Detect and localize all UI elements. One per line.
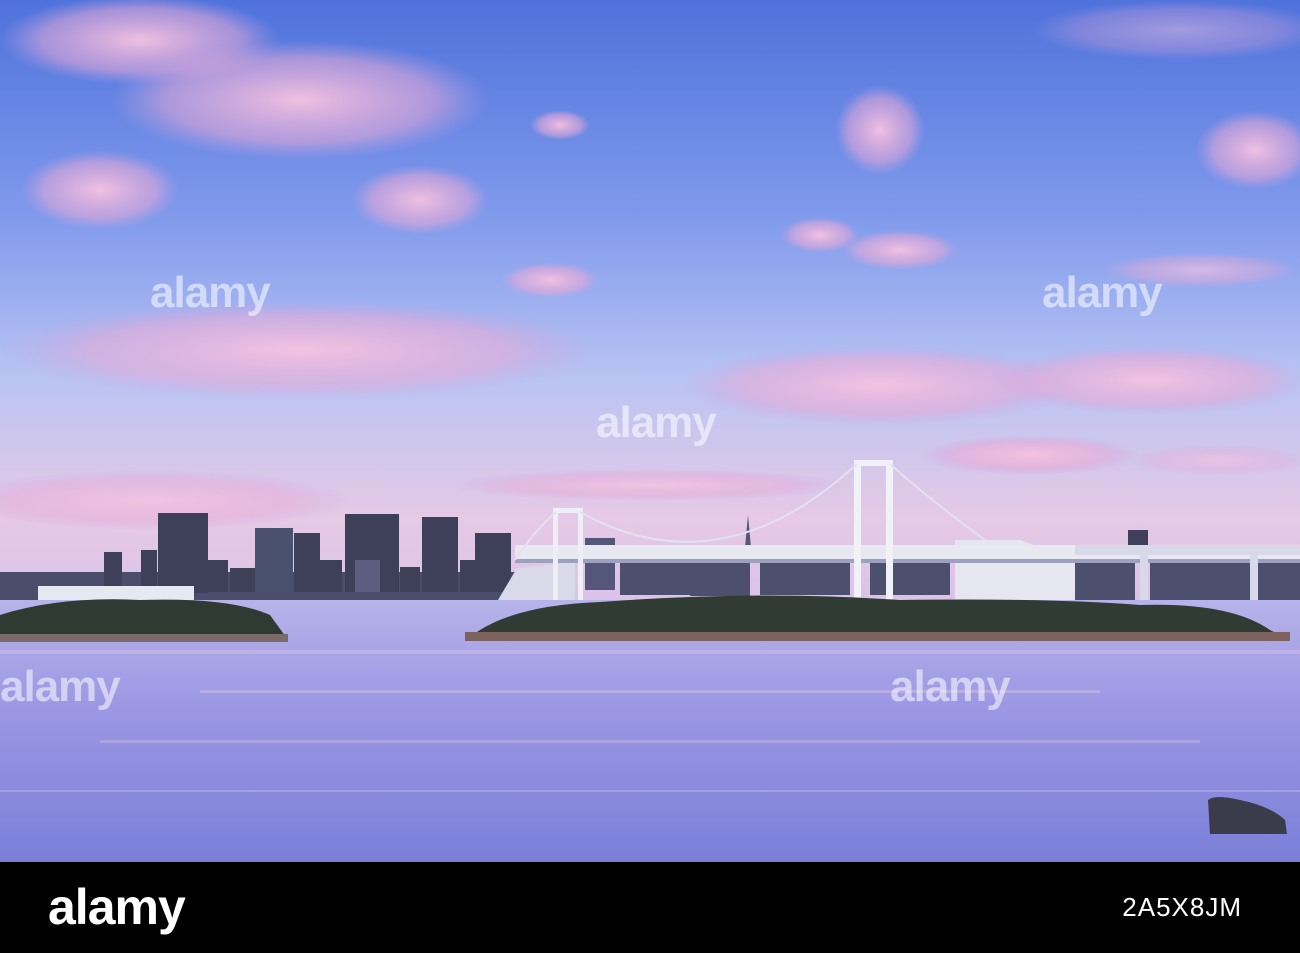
bay-bridge-scene [0, 0, 1300, 862]
alamy-logo: alamy [48, 879, 186, 935]
photo: alamy alamy alamy alamy alamy [0, 0, 1300, 862]
footer-bar: alamy 2A5X8JM [0, 862, 1300, 953]
islands [0, 595, 1290, 642]
image-id: 2A5X8JM [1122, 892, 1242, 922]
stock-photo-page: alamy alamy alamy alamy alamy alamy 2A5X… [0, 0, 1300, 953]
